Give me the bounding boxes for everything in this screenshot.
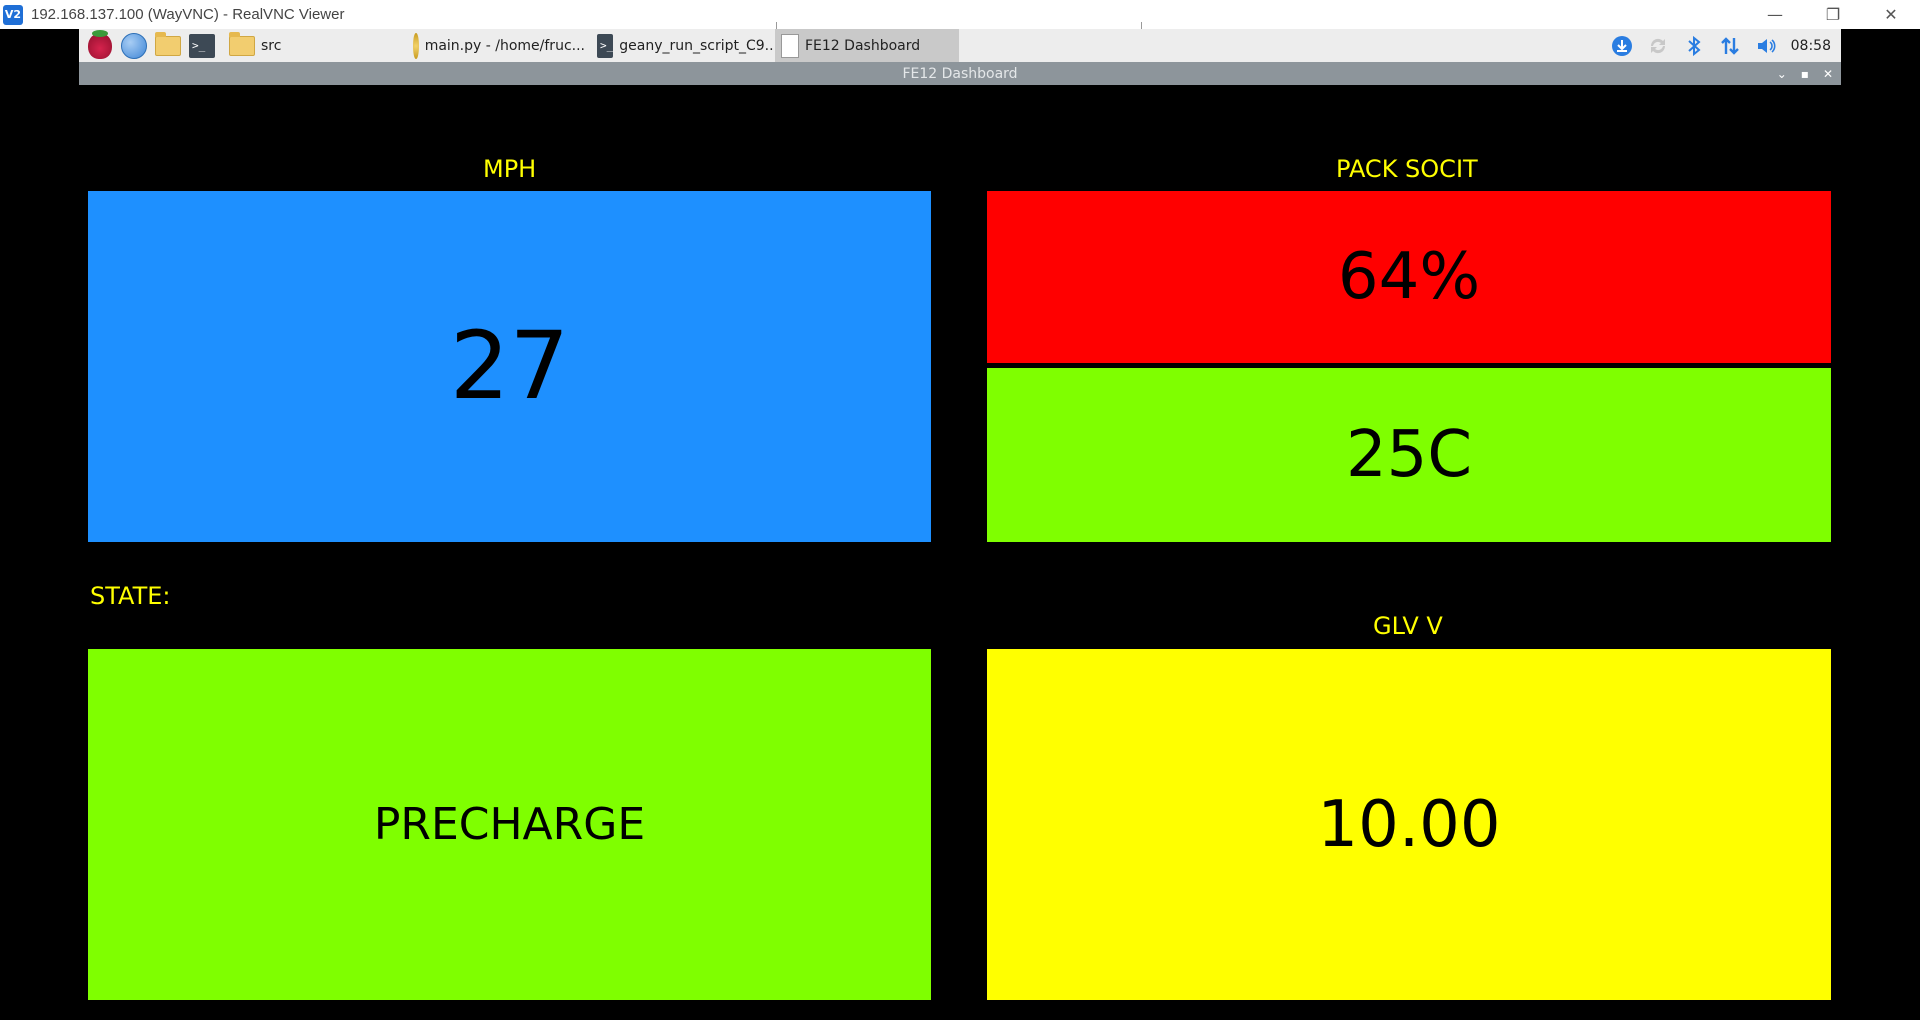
taskbar-item-main-py[interactable]: main.py - /home/fruc... [407, 29, 591, 62]
close-icon[interactable]: ✕ [1823, 67, 1833, 81]
restore-button[interactable]: ❐ [1804, 0, 1862, 29]
pack-socit-label: PACK SOCIT [1336, 155, 1478, 183]
bluetooth-icon[interactable] [1683, 35, 1705, 57]
terminal-launcher-icon[interactable]: >_ [189, 33, 215, 59]
dashboard: MPH 27 PACK SOCIT 64% 25C STATE: PRECHAR… [79, 85, 1841, 1020]
state-panel: PRECHARGE [88, 649, 931, 1000]
taskbar-item-label: src [261, 37, 282, 54]
remote-taskbar: >_ src main.py - /home/fruc... >_ geany_… [79, 29, 1841, 62]
pack-soc-panel: 64% [987, 191, 1831, 363]
taskbar-item-geany-run-script[interactable]: >_ geany_run_script_C9... [591, 29, 775, 62]
sync-icon[interactable] [1647, 35, 1669, 57]
pack-temp-panel: 25C [987, 368, 1831, 542]
host-window-title: 192.168.137.100 (WayVNC) - RealVNC Viewe… [31, 6, 345, 23]
chevron-down-icon[interactable]: ⌄ [1777, 67, 1787, 81]
glv-v-label: GLV V [1373, 612, 1443, 640]
network-icon[interactable] [1719, 35, 1741, 57]
folder-icon [229, 31, 255, 56]
web-browser-icon[interactable] [121, 32, 147, 59]
taskbar-item-label: main.py - /home/fruc... [424, 37, 585, 54]
taskbar-item-src[interactable]: src [223, 29, 407, 62]
taskbar-clock[interactable]: 08:58 [1791, 38, 1831, 54]
glv-value: 10.00 [1317, 787, 1501, 862]
taskbar-item-fe12-dashboard[interactable]: FE12 Dashboard [775, 29, 959, 62]
close-button[interactable]: ✕ [1862, 0, 1920, 29]
geany-icon [413, 32, 419, 59]
app-window-title: FE12 Dashboard [902, 65, 1018, 82]
app-window-titlebar[interactable]: FE12 Dashboard ⌄ ▪ ✕ [79, 62, 1841, 85]
mph-value: 27 [449, 312, 570, 421]
mph-label: MPH [483, 155, 537, 183]
file-manager-icon[interactable] [155, 31, 181, 59]
maximize-icon[interactable]: ▪ [1801, 67, 1809, 81]
system-tray: 08:58 [1611, 35, 1841, 57]
window-icon [781, 33, 799, 58]
pack-soc-value: 64% [1337, 240, 1481, 314]
state-value: PRECHARGE [373, 799, 646, 850]
app-window-controls: ⌄ ▪ ✕ [1777, 62, 1833, 85]
pack-temp-value: 25C [1345, 418, 1473, 492]
minimize-button[interactable]: — [1746, 0, 1804, 29]
host-window-controls: — ❐ ✕ [1746, 0, 1920, 29]
realvnc-icon: V2 [3, 4, 23, 25]
glv-panel: 10.00 [987, 649, 1831, 1000]
taskbar-item-label: geany_run_script_C9... [619, 37, 775, 54]
state-label: STATE: [90, 582, 171, 610]
download-icon[interactable] [1611, 35, 1633, 57]
raspberry-pi-menu-icon[interactable] [87, 29, 113, 59]
terminal-icon: >_ [597, 33, 614, 58]
volume-icon[interactable] [1755, 35, 1777, 57]
taskbar-item-label: FE12 Dashboard [805, 37, 921, 54]
mph-panel: 27 [88, 191, 931, 542]
